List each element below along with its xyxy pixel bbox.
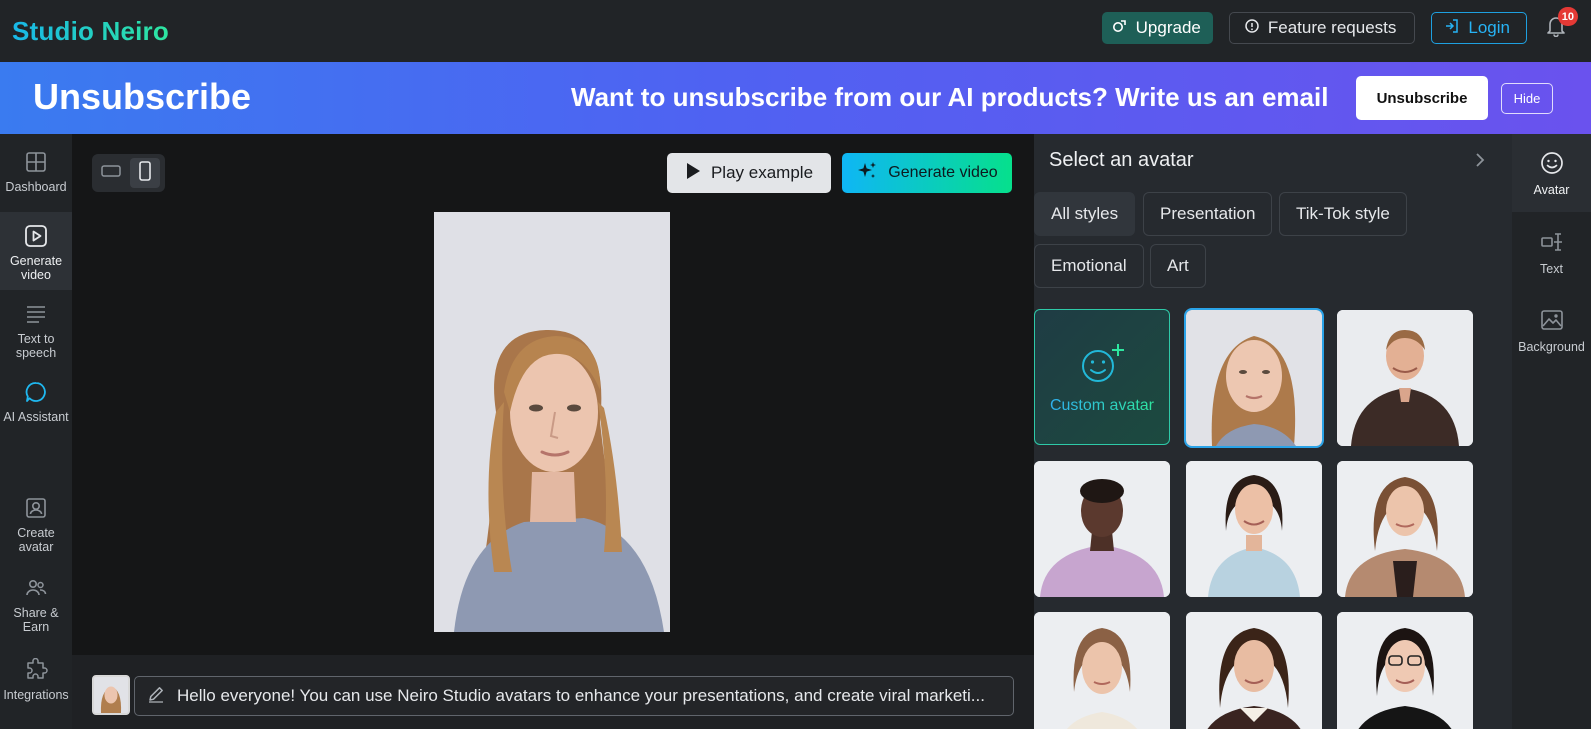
chat-bubble-icon bbox=[22, 378, 50, 406]
feature-requests-button[interactable]: Feature requests bbox=[1228, 12, 1416, 44]
video-stage: Play example Generate video bbox=[72, 134, 1034, 729]
sidebar-item-dashboard[interactable]: Dashboard bbox=[0, 148, 72, 208]
filter-all-styles[interactable]: All styles bbox=[1034, 192, 1136, 236]
header-actions: Upgrade Feature requests Login 10 bbox=[1101, 7, 1578, 44]
generate-video-label: Generate video bbox=[888, 164, 998, 181]
script-avatar-thumbnail[interactable] bbox=[92, 675, 130, 715]
sidebar-item-ai-assistant[interactable]: AI Assistant bbox=[0, 378, 72, 440]
left-sidebar: Dashboard Generate video Text to speech … bbox=[0, 134, 72, 729]
upgrade-button[interactable]: Upgrade bbox=[1101, 12, 1213, 44]
rail-item-background[interactable]: Background bbox=[1512, 306, 1591, 368]
smiley-icon bbox=[1538, 149, 1566, 177]
avatar-tile[interactable] bbox=[1034, 612, 1170, 729]
panel-title: Select an avatar bbox=[1049, 149, 1194, 171]
sidebar-item-create-avatar[interactable]: Create avatar bbox=[0, 494, 72, 556]
rail-item-text[interactable]: Text bbox=[1512, 228, 1591, 290]
script-bar: Hello everyone! You can use Neiro Studio… bbox=[72, 655, 1034, 729]
unsubscribe-banner: Unsubscribe Want to unsubscribe from our… bbox=[0, 62, 1591, 134]
banner-hide-button[interactable]: Hide bbox=[1501, 83, 1553, 114]
rail-item-label: Text bbox=[1540, 262, 1563, 276]
landscape-option[interactable] bbox=[96, 158, 126, 188]
avatar-tile[interactable] bbox=[1186, 461, 1322, 597]
avatar-image bbox=[1337, 310, 1473, 446]
avatar-tile[interactable] bbox=[1337, 310, 1473, 446]
avatar-tile[interactable] bbox=[1337, 461, 1473, 597]
sidebar-item-label: Integrations bbox=[3, 688, 69, 702]
sidebar-item-label: Dashboard bbox=[5, 180, 67, 194]
sidebar-item-label: Share & Earn bbox=[13, 606, 59, 634]
upgrade-label: Upgrade bbox=[1135, 18, 1201, 37]
upgrade-icon bbox=[1112, 18, 1128, 39]
lines-icon bbox=[22, 300, 50, 328]
login-icon bbox=[1444, 18, 1460, 39]
landscape-icon bbox=[101, 164, 121, 183]
banner-unsubscribe-button[interactable]: Unsubscribe bbox=[1356, 76, 1488, 120]
banner-message: Want to unsubscribe from our AI products… bbox=[571, 82, 1329, 112]
users-icon bbox=[22, 574, 50, 602]
user-frame-icon bbox=[22, 494, 50, 522]
filter-art[interactable]: Art bbox=[1150, 244, 1206, 288]
avatar-thumb-image bbox=[94, 677, 128, 713]
app-root: Studio Neiro Upgrade Feature requests Lo… bbox=[0, 0, 1591, 729]
chevron-right-icon[interactable] bbox=[1474, 152, 1486, 173]
sidebar-item-label: Text to speech bbox=[15, 332, 57, 360]
avatar-preview-image bbox=[434, 212, 670, 632]
avatar-image bbox=[1034, 612, 1170, 729]
image-icon bbox=[1538, 306, 1566, 334]
rail-item-label: Avatar bbox=[1533, 183, 1570, 197]
text-cursor-icon bbox=[1538, 228, 1566, 256]
filter-emotional[interactable]: Emotional bbox=[1034, 244, 1144, 288]
lightbulb-icon bbox=[1244, 18, 1260, 39]
play-example-label: Play example bbox=[710, 163, 814, 182]
script-input[interactable]: Hello everyone! You can use Neiro Studio… bbox=[134, 676, 1014, 716]
grid-icon bbox=[22, 148, 50, 176]
filter-tiktok-style[interactable]: Tik-Tok style bbox=[1279, 192, 1407, 236]
avatar-tile[interactable] bbox=[1184, 308, 1324, 448]
banner-title: Unsubscribe bbox=[33, 76, 252, 117]
notifications-bell[interactable]: 10 bbox=[1543, 7, 1578, 43]
avatar-image bbox=[1186, 461, 1322, 597]
sidebar-item-label: Generate video bbox=[9, 254, 63, 282]
play-square-icon bbox=[22, 222, 50, 250]
generate-video-button[interactable]: Generate video bbox=[842, 153, 1012, 193]
rail-item-label: Background bbox=[1518, 340, 1585, 354]
feature-requests-label: Feature requests bbox=[1267, 18, 1397, 37]
pencil-icon bbox=[147, 685, 165, 708]
portrait-option[interactable] bbox=[130, 158, 160, 188]
script-text: Hello everyone! You can use Neiro Studio… bbox=[177, 686, 985, 705]
sidebar-item-share-earn[interactable]: Share & Earn bbox=[0, 574, 72, 636]
avatar-image bbox=[1186, 612, 1322, 729]
login-button[interactable]: Login bbox=[1431, 12, 1527, 44]
sparkle-icon bbox=[856, 160, 878, 187]
sidebar-item-text-to-speech[interactable]: Text to speech bbox=[0, 300, 72, 362]
sidebar-item-label: Create avatar bbox=[17, 526, 55, 554]
orientation-toggle bbox=[92, 154, 165, 192]
portrait-icon bbox=[138, 160, 152, 186]
sidebar-item-label: AI Assistant bbox=[3, 410, 69, 424]
custom-avatar-tile[interactable]: Custom avatar bbox=[1034, 309, 1170, 445]
avatar-image bbox=[1186, 310, 1322, 446]
avatar-panel: Select an avatar All styles Presentation… bbox=[1034, 134, 1512, 729]
play-icon bbox=[685, 162, 701, 185]
avatar-preview bbox=[434, 212, 670, 632]
add-smiley-icon bbox=[1078, 340, 1126, 389]
sidebar-item-generate-video[interactable]: Generate video bbox=[0, 212, 72, 290]
avatar-tile[interactable] bbox=[1337, 612, 1473, 729]
right-rail: Avatar Text Background bbox=[1512, 134, 1591, 729]
rail-item-avatar[interactable]: Avatar bbox=[1512, 134, 1591, 212]
top-header: Studio Neiro Upgrade Feature requests Lo… bbox=[0, 0, 1591, 62]
login-label: Login bbox=[1468, 18, 1510, 37]
avatar-image bbox=[1034, 461, 1170, 597]
avatar-tile[interactable] bbox=[1034, 461, 1170, 597]
notification-badge: 10 bbox=[1557, 7, 1578, 26]
play-example-button[interactable]: Play example bbox=[667, 153, 831, 193]
avatar-image bbox=[1337, 612, 1473, 729]
filter-presentation[interactable]: Presentation bbox=[1143, 192, 1273, 236]
avatar-tile[interactable] bbox=[1186, 612, 1322, 729]
sidebar-item-integrations[interactable]: Integrations bbox=[0, 656, 72, 718]
avatar-image bbox=[1337, 461, 1473, 597]
custom-avatar-label: Custom avatar bbox=[1049, 396, 1155, 414]
puzzle-icon bbox=[22, 656, 50, 684]
logo[interactable]: Studio Neiro bbox=[12, 16, 169, 47]
